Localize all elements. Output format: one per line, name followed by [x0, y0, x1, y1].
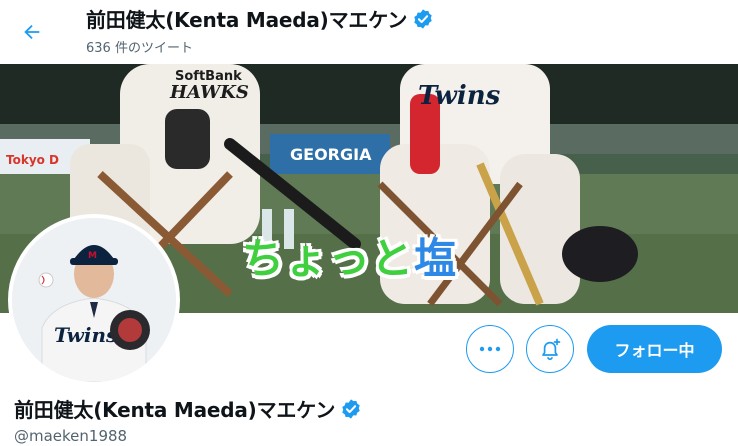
profile-header: 前田健太(Kenta Maeda)マエケン 636 件のツイート [0, 0, 738, 64]
avatar-jersey-text: Twins [54, 323, 117, 347]
header-name-row: 前田健太(Kenta Maeda)マエケン [86, 4, 434, 33]
header-display-name: 前田健太(Kenta Maeda)マエケン [86, 8, 408, 32]
banner-sign-georgia: GEORGIA [290, 145, 372, 164]
avatar-image: M Twins [12, 218, 176, 382]
verified-badge-icon [412, 8, 434, 30]
profile-avatar[interactable]: M Twins [8, 214, 180, 386]
back-button[interactable] [12, 12, 52, 52]
arrow-left-icon [24, 24, 40, 40]
caption-part-2: 塩 [414, 234, 458, 283]
profile-handle: @maeken1988 [14, 427, 128, 445]
bell-plus-icon [542, 338, 561, 361]
banner-sign-twins: Twins [418, 81, 501, 111]
svg-text:M: M [88, 251, 97, 261]
more-button[interactable] [466, 325, 514, 373]
banner-sign-hawks: HAWKS [169, 82, 249, 103]
following-button[interactable]: フォロー中 [587, 325, 722, 373]
notifications-button[interactable] [526, 325, 574, 373]
caption-part-1: ちょっと [242, 234, 415, 283]
tweet-count: 636 件のツイート [86, 41, 193, 56]
verified-badge-icon [340, 398, 362, 420]
banner-caption: ちょっと塩 [242, 238, 457, 280]
banner-sign-tokyo: Tokyo D [6, 153, 59, 167]
profile-name-row: 前田健太(Kenta Maeda)マエケン [14, 394, 362, 423]
more-icon [479, 346, 501, 352]
profile-display-name: 前田健太(Kenta Maeda)マエケン [14, 398, 336, 422]
